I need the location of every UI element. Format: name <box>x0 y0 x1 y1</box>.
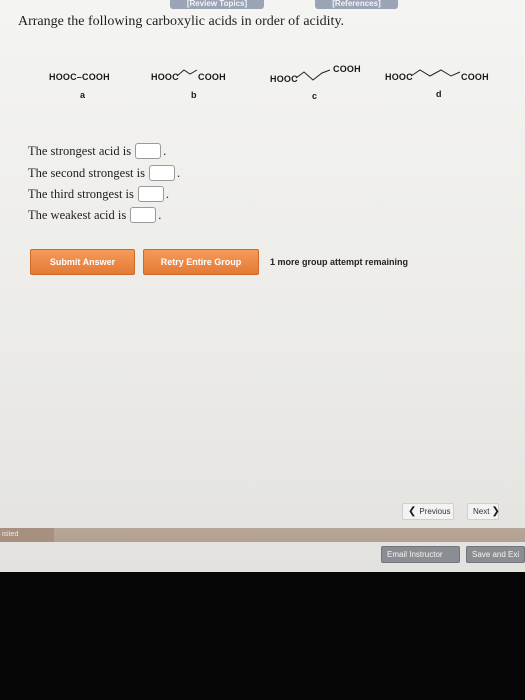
molecule-d-right: COOH <box>461 72 489 82</box>
screen-bezel <box>0 572 525 700</box>
attempts-remaining-text: 1 more group attempt remaining <box>270 257 409 267</box>
retry-entire-group-button[interactable]: Retry Entire Group <box>143 249 259 275</box>
previous-label: Previous <box>419 507 451 516</box>
answer-row-third: The third strongest is . <box>28 186 170 202</box>
answer-label: The third strongest is <box>28 186 134 201</box>
next-arrow-icon: ❯ <box>491 506 500 517</box>
assignment-screen: [Review Topics] [References] Arrange the… <box>0 0 525 572</box>
next-label: Next <box>473 507 490 516</box>
visited-indicator: isited <box>0 528 54 542</box>
previous-button[interactable]: ❮ Previous <box>402 503 454 520</box>
submit-answer-button[interactable]: Submit Answer <box>30 249 135 275</box>
footer-band <box>0 528 525 542</box>
answer-label: The second strongest is <box>28 165 145 180</box>
second-strongest-input[interactable] <box>149 165 175 181</box>
next-button[interactable]: Next ❯ <box>467 503 500 520</box>
answer-row-weakest: The weakest acid is . <box>28 207 162 223</box>
molecule-d-letter: d <box>436 89 442 99</box>
answer-row-strongest: The strongest acid is . <box>28 143 167 159</box>
answer-label: The weakest acid is <box>28 207 127 222</box>
third-strongest-input[interactable] <box>137 186 164 202</box>
answer-label: The strongest acid is <box>28 143 132 158</box>
save-and-exit-button[interactable]: Save and Exi <box>466 546 525 563</box>
molecule-d-bond <box>410 69 461 77</box>
email-instructor-button[interactable]: Email Instructor <box>381 546 460 563</box>
strongest-acid-input[interactable] <box>135 143 162 159</box>
previous-arrow-icon: ❮ <box>408 506 417 517</box>
weakest-acid-input[interactable] <box>130 207 157 223</box>
answer-row-second: The second strongest is . <box>28 165 181 181</box>
